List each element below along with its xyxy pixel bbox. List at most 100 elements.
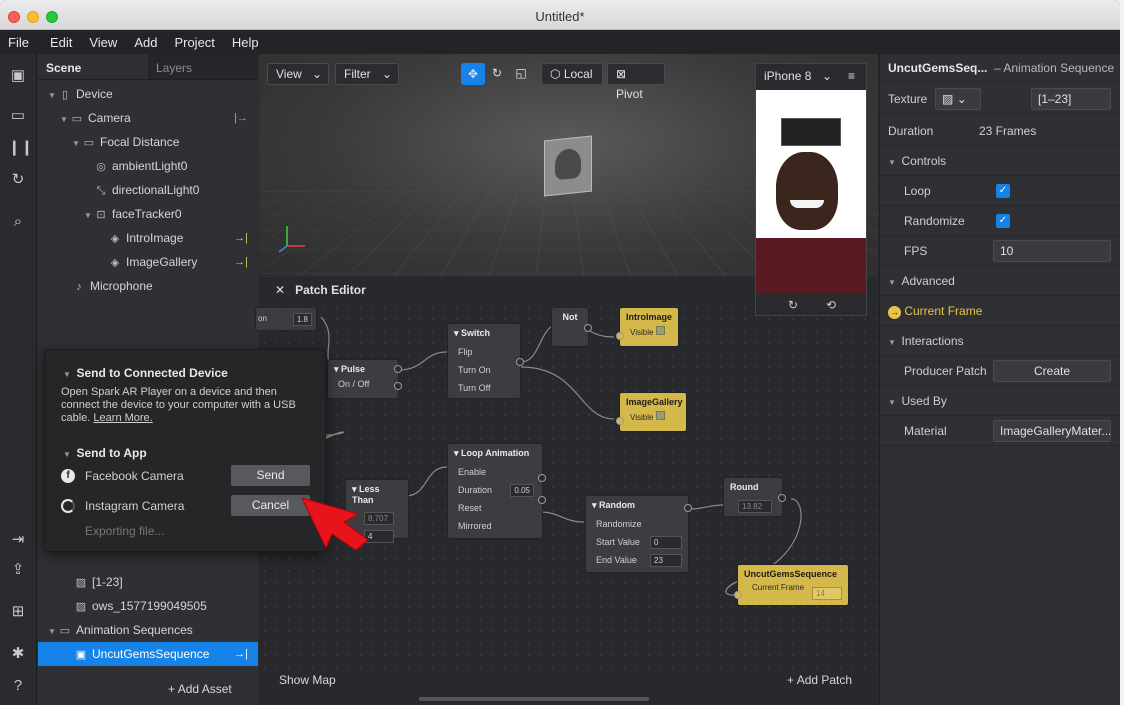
app-window: Untitled* File Edit View Add Project Hel…: [0, 0, 1120, 705]
scale-tool-icon[interactable]: ◱: [509, 63, 533, 85]
pivot-button[interactable]: ⊠ Pivot: [607, 63, 665, 85]
patch-editor[interactable]: ✕ Patch Editor on 1.8 ▾ Pulse On / Off ▾…: [259, 277, 878, 705]
current-frame-row[interactable]: → Current Frame: [880, 296, 1120, 326]
menu-view[interactable]: View: [89, 35, 117, 50]
tab-layers[interactable]: Layers: [148, 54, 258, 79]
menu-add[interactable]: Add: [134, 35, 157, 50]
ambient-light-icon: ◎: [94, 155, 108, 179]
checkbox-icon[interactable]: [656, 326, 665, 335]
add-folder-icon[interactable]: ⊞: [8, 602, 28, 622]
view-dropdown[interactable]: View ⌄: [267, 63, 329, 85]
window-title: Untitled*: [0, 9, 1120, 24]
interactions-section[interactable]: ▼ Interactions: [880, 326, 1120, 356]
end-value-field[interactable]: 23: [650, 554, 682, 567]
rotate-tool-icon[interactable]: ↻: [485, 63, 509, 85]
restart-icon[interactable]: ⟲: [826, 298, 836, 312]
patch-node-image-gallery[interactable]: ImageGallery Visible: [619, 392, 687, 432]
menu-help[interactable]: Help: [232, 35, 259, 50]
menu-icon[interactable]: ≡: [848, 64, 855, 88]
send-button[interactable]: Send: [231, 465, 310, 486]
plus-icon: +: [787, 673, 797, 687]
camera-link-icon[interactable]: |→: [234, 106, 248, 130]
tab-scene[interactable]: Scene: [38, 54, 148, 79]
learn-more-link[interactable]: Learn More.: [93, 412, 152, 424]
send-to-device-popup: ▼ Send to Connected Device Open Spark AR…: [44, 349, 326, 552]
material-link[interactable]: ImageGalleryMater...: [993, 420, 1111, 442]
help-icon[interactable]: ?: [8, 676, 28, 696]
tree-item-device[interactable]: ▼ ▯ Device: [38, 82, 258, 106]
patch-value-field[interactable]: 1.8: [293, 313, 312, 326]
loop-checkbox[interactable]: ✓: [996, 184, 1010, 198]
face-tracker-icon: ⊡: [94, 203, 108, 227]
create-button[interactable]: Create: [993, 360, 1111, 382]
asset-item-texture[interactable]: ▨ [1-23]: [38, 570, 258, 594]
device-selector[interactable]: iPhone 8 ⌄ ≡: [756, 64, 866, 88]
start-value-field[interactable]: 0: [650, 536, 682, 549]
chevron-down-icon: ⌄: [822, 64, 832, 88]
local-button[interactable]: ⬡ Local: [541, 63, 603, 85]
patch-node-intro-image[interactable]: IntroImage Visible: [619, 307, 679, 347]
tree-item-focal-distance[interactable]: ▼ ▭ Focal Distance: [38, 130, 258, 154]
fps-input[interactable]: 10: [993, 240, 1111, 262]
patch-node-uncut-gems-sequence[interactable]: UncutGemsSequence Current Frame 14: [737, 564, 849, 606]
layout-icon[interactable]: ▣: [8, 66, 28, 86]
asset-item-ows[interactable]: ▨ ows_1577199049505: [38, 594, 258, 618]
used-by-section[interactable]: ▼ Used By: [880, 386, 1120, 416]
tree-item-directional-light[interactable]: ⤡ directionalLight0: [38, 178, 258, 202]
patch-link-icon[interactable]: →|: [234, 226, 248, 250]
rotate-device-icon[interactable]: ↻: [788, 298, 798, 312]
send-to-device-icon[interactable]: ⇥: [8, 530, 28, 550]
filter-dropdown[interactable]: Filter ⌄: [335, 63, 399, 85]
bug-icon[interactable]: ✱: [8, 644, 28, 664]
patch-link-icon[interactable]: →|: [234, 642, 248, 666]
tree-item-ambient-light[interactable]: ◎ ambientLight0: [38, 154, 258, 178]
patch-node-switch[interactable]: ▾ Switch Flip Turn On Turn Off: [447, 323, 521, 399]
duration-field[interactable]: 0.05: [510, 484, 534, 497]
add-asset-button[interactable]: + Add Asset: [168, 682, 232, 696]
duration-row: Duration 23 Frames: [880, 116, 1120, 146]
share-icon[interactable]: ⇪: [8, 560, 28, 580]
face-preview: [776, 152, 838, 230]
patch-node-pulse[interactable]: ▾ Pulse On / Off: [327, 359, 399, 399]
tree-item-face-tracker[interactable]: ▼ ⊡ faceTracker0: [38, 202, 258, 226]
tree-item-microphone[interactable]: ♪ Microphone: [38, 274, 258, 298]
show-map-button[interactable]: Show Map: [279, 673, 336, 687]
patch-node-not[interactable]: Not: [551, 307, 589, 347]
patch-node-partial[interactable]: on 1.8: [255, 307, 317, 331]
search-icon[interactable]: ⌕: [8, 212, 28, 232]
rotate-icon[interactable]: ↻: [8, 170, 28, 190]
intro-image-overlay: [781, 118, 841, 146]
directional-light-icon: ⤡: [94, 179, 108, 203]
texture-value[interactable]: [1–23]: [1031, 88, 1111, 110]
patch-node-round[interactable]: Round 13.82: [723, 477, 783, 517]
add-patch-button[interactable]: + Add Patch: [787, 673, 852, 687]
patch-node-random[interactable]: ▾ Random Randomize Start Value 0 End Valu…: [585, 495, 689, 573]
menu-edit[interactable]: Edit: [50, 35, 72, 50]
move-tool-icon[interactable]: ✥: [461, 63, 485, 85]
pause-icon[interactable]: ❙❙: [8, 138, 28, 158]
patch-scrollbar[interactable]: [419, 697, 649, 701]
checkbox-icon[interactable]: [656, 411, 665, 420]
fps-row: FPS 10: [880, 236, 1120, 266]
controls-section[interactable]: ▼ Controls: [880, 146, 1120, 176]
chevron-down-icon: ⌄: [312, 64, 322, 84]
image-icon: ▨: [942, 92, 953, 106]
tree-item-camera[interactable]: ▼ ▭ Camera |→: [38, 106, 258, 130]
patch-link-icon[interactable]: →|: [234, 250, 248, 274]
patch-node-loop-animation[interactable]: ▾ Loop Animation Enable Duration 0.05 Res…: [447, 443, 543, 539]
tool-strip: ▣ ▭ ❙❙ ↻ ⌕ ⇥ ⇪ ⊞ ✱ ?: [0, 54, 37, 705]
tree-item-image-gallery[interactable]: ◈ ImageGallery →|: [38, 250, 258, 274]
facebook-icon: f: [61, 469, 75, 483]
texture-picker[interactable]: ▨ ⌄: [935, 88, 981, 110]
menu-file[interactable]: File: [8, 35, 29, 50]
randomize-checkbox[interactable]: ✓: [996, 214, 1010, 228]
scene-object-preview: [544, 135, 592, 196]
asset-folder-animation-sequences[interactable]: ▼ ▭ Animation Sequences: [38, 618, 258, 642]
video-icon[interactable]: ▭: [8, 106, 28, 126]
advanced-section[interactable]: ▼ Advanced: [880, 266, 1120, 296]
asset-item-uncut-gems-sequence[interactable]: ▣ UncutGemsSequence →|: [38, 642, 258, 666]
tree-item-intro-image[interactable]: ◈ IntroImage →|: [38, 226, 258, 250]
send-to-app-title: ▼ Send to App: [63, 446, 147, 460]
menu-project[interactable]: Project: [174, 35, 214, 50]
popup-description: Open Spark AR Player on a device and the…: [61, 386, 311, 425]
